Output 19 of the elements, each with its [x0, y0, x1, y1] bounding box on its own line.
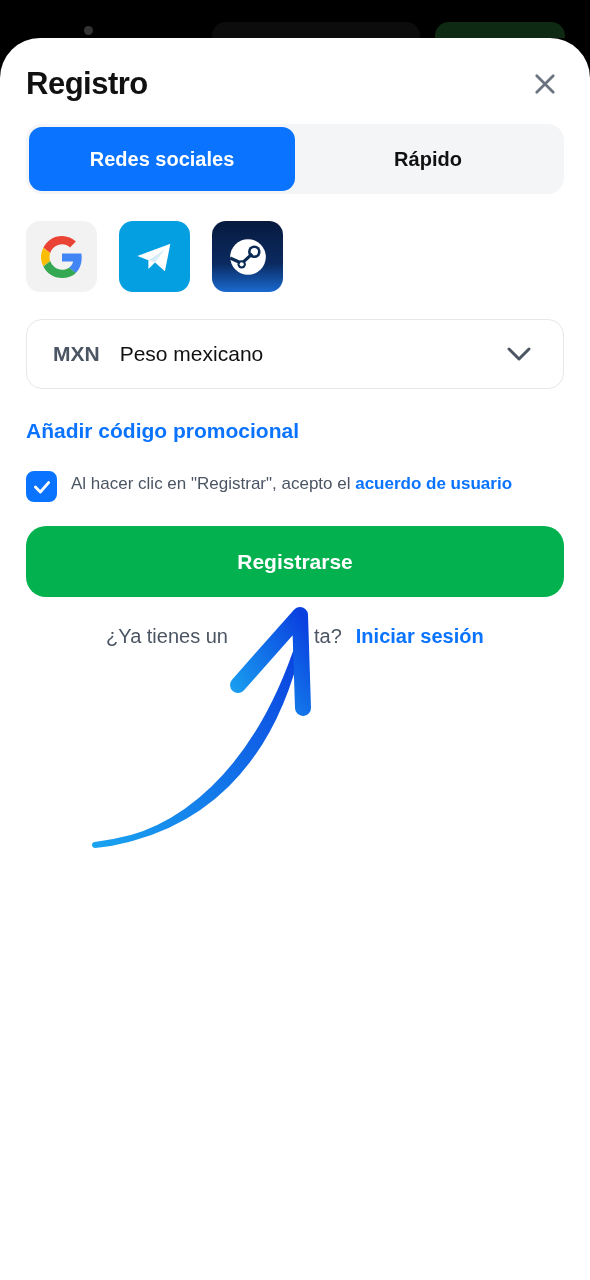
promo-code-link[interactable]: Añadir código promocional — [26, 419, 564, 443]
login-prompt: ¿Ya tienes un — [105, 625, 228, 648]
paper-plane-button[interactable] — [119, 221, 190, 292]
google-login-button[interactable] — [26, 221, 97, 292]
chevron-down-icon — [507, 347, 531, 361]
login-prompt: ta? — [314, 625, 342, 648]
register-button[interactable]: Registrarse — [26, 526, 564, 597]
google-logo — [40, 235, 83, 278]
steam-login-button[interactable] — [212, 221, 283, 292]
sheet-title: Registro — [26, 66, 148, 102]
camera-dot — [84, 26, 93, 35]
agreement-text: Al hacer clic en "Registrar", acepto el acuerdo de usuario — [71, 473, 513, 495]
checkbox[interactable] — [26, 471, 57, 502]
close-icon[interactable] — [534, 73, 556, 95]
tab[interactable]: Redes sociales — [29, 127, 295, 191]
user-agreement-link[interactable]: acuerdo de usuario — [355, 474, 513, 493]
currency-select[interactable]: MXN Peso mexicano — [26, 319, 564, 389]
tab[interactable]: Rápido — [295, 127, 561, 191]
login-link[interactable]: Iniciar sesión — [355, 625, 484, 648]
